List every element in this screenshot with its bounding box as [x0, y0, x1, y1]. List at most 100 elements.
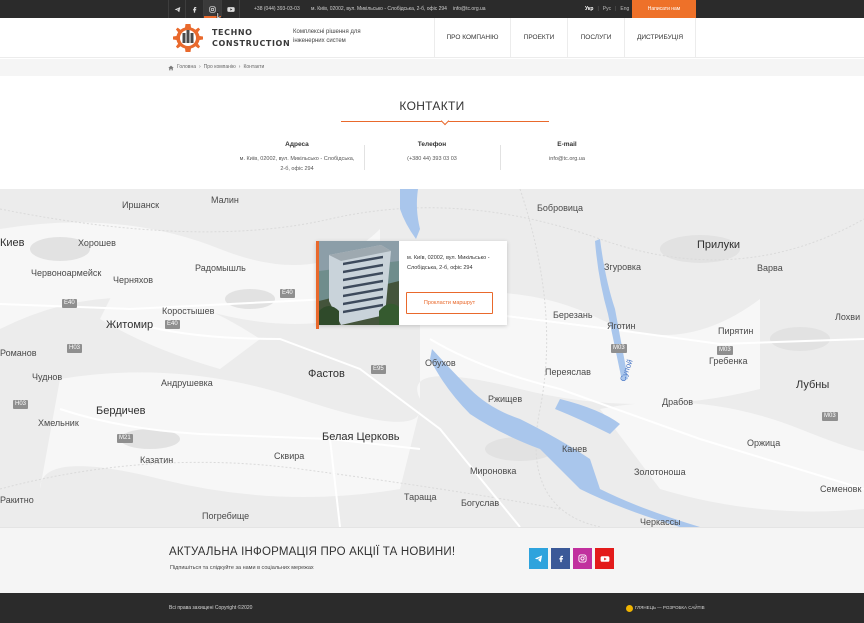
instagram-icon[interactable]: [573, 548, 592, 569]
top-social-links: [168, 0, 240, 18]
telegram-icon[interactable]: [168, 0, 186, 18]
address-label: Адреса: [285, 141, 309, 148]
map-city: Обухов: [425, 358, 456, 368]
logo-line2: CONSTRUCTION: [212, 39, 291, 48]
route-button[interactable]: Прокласти маршрут: [406, 292, 493, 314]
company-logo-icon[interactable]: [172, 22, 204, 54]
facebook-icon[interactable]: [551, 548, 570, 569]
road-badge: M21: [117, 434, 133, 443]
map-city: Бердичев: [96, 405, 146, 417]
map-city: Лохви: [835, 312, 861, 322]
office-building-photo: [319, 241, 399, 325]
map-city: Коростышев: [162, 306, 215, 316]
phone-label: Телефон: [417, 141, 447, 148]
language-switcher: Укр | Рус | Eng: [585, 0, 629, 18]
logo-text[interactable]: TECHNO CONSTRUCTION: [212, 27, 290, 49]
map-info-card: м. Київ, 02002, вул. Микільсько - Слобід…: [316, 241, 507, 325]
map-city: Черкассы: [640, 517, 681, 527]
logo-line1: TECHNO: [212, 28, 253, 37]
map-city: Березань: [553, 310, 593, 320]
column-divider: [364, 145, 365, 170]
map-city: Драбов: [662, 397, 694, 407]
write-us-button[interactable]: Написати нам: [632, 0, 696, 18]
map[interactable]: Иршанск Малин Бобровица Хорошев Прилуки …: [0, 189, 864, 527]
map-city: Андрушевка: [161, 378, 213, 388]
subscribe-text: Підпишіться та слідкуйте за нами в соціа…: [170, 565, 314, 571]
map-city: Хмельник: [38, 418, 79, 428]
youtube-icon[interactable]: [595, 548, 614, 569]
breadcrumb-band: Головна › Про компанію › Контакти: [0, 59, 864, 76]
youtube-icon[interactable]: [222, 0, 240, 18]
map-city: Гребенка: [709, 356, 748, 366]
nav-projects[interactable]: ПРОЕКТИ: [510, 18, 567, 58]
map-city: Черняхов: [113, 275, 154, 285]
road-badge: E40: [280, 289, 295, 298]
map-city: Червоноармейск: [31, 268, 102, 278]
map-city: Хорошев: [78, 238, 116, 248]
map-city: Ракитно: [0, 495, 34, 505]
address-line2: 2-б, офіс 294: [280, 166, 314, 172]
title-divider-chevron-icon: [440, 116, 450, 126]
developer-logo-icon: [626, 604, 633, 612]
top-email[interactable]: info@tc.org.ua: [453, 0, 486, 18]
nav-distribution[interactable]: ДИСТРИБУЦІЯ: [624, 18, 696, 58]
subscribe-social-links: [529, 548, 614, 569]
map-city: Погребище: [202, 511, 250, 521]
map-city: Пирятин: [718, 326, 754, 336]
map-city: Ржищев: [488, 394, 523, 404]
map-city: Малин: [211, 195, 239, 205]
breadcrumb-separator: ›: [238, 64, 241, 70]
map-city: Лубны: [796, 379, 830, 391]
map-city: Канев: [562, 444, 588, 454]
facebook-icon[interactable]: [186, 0, 204, 18]
developer-link[interactable]: ГЛЯНЕЦЬ — РОЗРОБКА САЙТІВ: [626, 593, 705, 623]
map-card-address: м. Київ, 02002, вул. Микільсько - Слобід…: [407, 255, 490, 271]
map-city: Житомир: [106, 319, 154, 331]
copyright: Всі права захищені Copyright ©2020: [169, 605, 253, 611]
breadcrumb-home[interactable]: Головна: [177, 59, 196, 76]
lang-rus[interactable]: Рус: [603, 0, 611, 18]
developer-text: ГЛЯНЕЦЬ — РОЗРОБКА САЙТІВ: [635, 605, 705, 610]
map-city: Переяслав: [545, 367, 591, 377]
breadcrumb-about[interactable]: Про компанію: [204, 59, 236, 76]
map-city: Золотоноша: [634, 467, 686, 477]
nav-about[interactable]: ПРО КОМПАНІЮ: [434, 18, 510, 58]
road-badge: M03: [822, 412, 838, 421]
lang-ukr[interactable]: Укр: [585, 0, 593, 18]
map-city: Киев: [0, 237, 25, 249]
road-badge: E40: [62, 299, 77, 308]
map-city: Згуровка: [604, 262, 642, 272]
map-card-marker: [316, 241, 319, 329]
top-address: м. Київ, 02002, вул. Микільсько - Слобід…: [311, 6, 447, 12]
nav-services[interactable]: ПОСЛУГИ: [567, 18, 624, 58]
breadcrumb-current: Контакти: [243, 64, 265, 70]
map-city: Фастов: [308, 368, 345, 380]
contact-email: E-mail info@tc.org.ua: [515, 141, 619, 164]
road-badge: E95: [371, 365, 386, 374]
road-badge: M03: [717, 346, 733, 355]
phone-value[interactable]: (+380 44) 393 03 03: [380, 154, 484, 164]
map-city: Казатин: [140, 455, 174, 465]
map-city: Тараща: [404, 492, 437, 502]
map-city: Миронoвка: [470, 466, 517, 476]
tagline: Комплексні рішення для інженерних систем: [293, 29, 361, 44]
contact-phone: Телефон (+380 44) 393 03 03: [380, 141, 484, 164]
road-badge: E40: [165, 320, 180, 329]
home-icon[interactable]: [168, 65, 174, 71]
main-nav: ПРО КОМПАНІЮ ПРОЕКТИ ПОСЛУГИ ДИСТРИБУЦІЯ: [434, 18, 696, 58]
breadcrumb: Головна › Про компанію › Контакти: [168, 59, 264, 76]
subscribe-section: АКТУАЛЬНА ІНФОРМАЦІЯ ПРО АКЦІЇ ТА НОВИНИ…: [0, 527, 864, 593]
top-phone[interactable]: +38 (044) 393-03-03: [254, 0, 300, 18]
telegram-icon[interactable]: [529, 548, 548, 569]
map-city: Иршанск: [122, 200, 160, 210]
road-badge: H03: [13, 400, 29, 409]
map-city: Радомышль: [195, 263, 246, 273]
map-city: Богуслав: [461, 498, 500, 508]
address-line1: м. Київ, 02002, вул. Микільсько - Слобід…: [239, 156, 355, 162]
map-city: Оржица: [747, 438, 781, 448]
map-city: Чуднов: [32, 372, 63, 382]
lang-eng[interactable]: Eng: [620, 0, 629, 18]
email-value[interactable]: info@tc.org.ua: [515, 154, 619, 164]
map-city: Бобровица: [537, 203, 584, 213]
contact-address: Адреса м. Київ, 02002, вул. Микільсько -…: [232, 141, 362, 174]
